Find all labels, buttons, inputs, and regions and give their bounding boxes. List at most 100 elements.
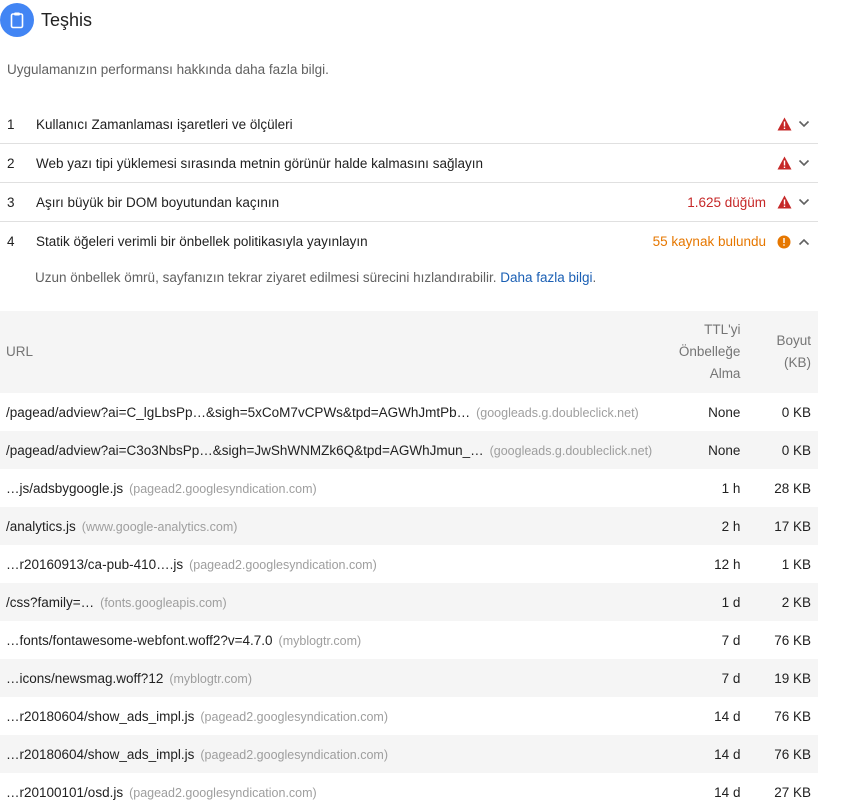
ttl-header-line: Alma bbox=[709, 366, 741, 381]
size-cell: 1 KB bbox=[781, 556, 811, 572]
audit-number: 2 bbox=[7, 155, 15, 171]
chevron-down-icon[interactable] bbox=[792, 159, 816, 167]
table-body: /pagead/adview?ai=C_lgLbsPp…&sigh=5xCoM7… bbox=[0, 393, 818, 804]
column-header-size: Boyut (KB) bbox=[746, 311, 818, 393]
size-cell: 17 KB bbox=[746, 507, 818, 545]
audit-number: 4 bbox=[7, 234, 15, 249]
audit-display-value: 55 kaynak bulundu bbox=[652, 234, 766, 249]
resource-url[interactable]: /analytics.js bbox=[6, 519, 76, 534]
table-row: /analytics.js (www.google-analytics.com) 2… bbox=[0, 507, 818, 545]
table-row: /css?family=… (fonts.googleapis.com) 1 d2 … bbox=[0, 583, 818, 621]
audit-item-cache-policy[interactable]: 4 Statik öğeleri verimli bir önbellek po… bbox=[0, 222, 818, 261]
resource-host: (pagead2.googlesyndication.com) bbox=[129, 785, 317, 800]
ttl-cell: None bbox=[652, 431, 747, 469]
section-title: Teşhis bbox=[41, 9, 93, 30]
description-period: . bbox=[592, 270, 597, 285]
url-cell: /pagead/adview?ai=C_lgLbsPp…&sigh=5xCoM7… bbox=[0, 393, 652, 431]
resource-host: (www.google-analytics.com) bbox=[81, 519, 238, 534]
size-cell: 0 KB bbox=[746, 431, 818, 469]
audit-number: 3 bbox=[7, 194, 15, 210]
section-header: Teşhis bbox=[0, 3, 92, 37]
warning-icon bbox=[776, 155, 792, 171]
size-cell: 19 KB bbox=[746, 659, 818, 697]
audit-list: 1 Kullanıcı Zamanlaması işaretleri ve öl… bbox=[0, 105, 818, 261]
resource-url[interactable]: …js/adsbygoogle.js bbox=[6, 481, 123, 496]
size-cell: 28 KB bbox=[774, 480, 811, 496]
table-row: …fonts/fontawesome-webfont.woff2?v=4.7.0… bbox=[0, 621, 818, 659]
section-subtitle: Uygulamanızın performansı hakkında daha … bbox=[7, 62, 329, 77]
audit-item-dom-size[interactable]: 3 Aşırı büyük bir DOM boyutundan kaçının… bbox=[0, 183, 818, 222]
resource-url[interactable]: …r20180604/show_ads_impl.js bbox=[6, 709, 194, 724]
ttl-cell: 14 d bbox=[714, 708, 741, 724]
column-header-ttl: TTL'yi Önbelleğe Alma bbox=[652, 311, 747, 393]
audit-display-value: 1.625 düğüm bbox=[687, 194, 766, 210]
url-cell: …r20180604/show_ads_impl.js (pagead2.goog… bbox=[0, 735, 653, 773]
url-cell: /pagead/adview?ai=C3o3NbsPp…&sigh=JwShWN… bbox=[0, 431, 653, 469]
table-row: …icons/newsmag.woff?12 (myblogtr.com) 7 d1… bbox=[0, 659, 818, 697]
audit-number: 1 bbox=[7, 116, 15, 132]
resource-url[interactable]: /pagead/adview?ai=C3o3NbsPp…&sigh=JwShWN… bbox=[6, 443, 484, 458]
resource-url[interactable]: …r20180604/show_ads_impl.js bbox=[6, 747, 194, 762]
table-row: …r20160913/ca-pub-410….js (pagead2.google… bbox=[0, 545, 818, 583]
size-cell: 2 KB bbox=[746, 583, 818, 621]
audit-description: Uzun önbellek ömrü, sayfanızın tekrar zi… bbox=[35, 270, 596, 285]
resource-host: (myblogtr.com) bbox=[278, 633, 362, 648]
chevron-down-icon[interactable] bbox=[792, 198, 816, 206]
resource-host: (myblogtr.com) bbox=[169, 671, 252, 686]
resource-url[interactable]: …r20100101/osd.js bbox=[6, 785, 123, 800]
audit-item-user-timings[interactable]: 1 Kullanıcı Zamanlaması işaretleri ve öl… bbox=[0, 105, 818, 144]
url-cell: …fonts/fontawesome-webfont.woff2?v=4.7.0… bbox=[0, 621, 652, 659]
learn-more-link[interactable]: Daha fazla bilgi bbox=[500, 270, 592, 285]
url-cell: /css?family=… (fonts.googleapis.com) bbox=[0, 583, 653, 621]
audit-title: Web yazı tipi yüklemesi sırasında metnin… bbox=[36, 155, 483, 171]
ttl-cell: 1 d bbox=[652, 583, 747, 621]
resource-host: (pagead2.googlesyndication.com) bbox=[189, 557, 377, 572]
resource-host: (pagead2.googlesyndication.com) bbox=[200, 747, 388, 762]
resource-url[interactable]: /css?family=… bbox=[6, 595, 94, 610]
resource-url[interactable]: …r20160913/ca-pub-410….js bbox=[6, 557, 183, 572]
info-icon bbox=[776, 234, 792, 250]
chevron-down-icon[interactable] bbox=[792, 120, 816, 128]
table-header-row: URL TTL'yi Önbelleğe Alma Boyut (KB) bbox=[0, 311, 818, 393]
ttl-header-line: TTL'yi bbox=[704, 322, 741, 337]
ttl-header-line: Önbelleğe bbox=[678, 344, 741, 359]
size-header-line: Boyut bbox=[776, 333, 811, 348]
resource-host: (pagead2.googlesyndication.com) bbox=[200, 709, 388, 724]
url-cell: …js/adsbygoogle.js (pagead2.googlesyndica… bbox=[0, 469, 652, 507]
size-cell: 76 KB bbox=[746, 735, 818, 773]
ttl-cell: 14 d bbox=[714, 784, 741, 800]
size-cell: 27 KB bbox=[774, 784, 811, 800]
resource-url[interactable]: /pagead/adview?ai=C_lgLbsPp…&sigh=5xCoM7… bbox=[6, 405, 470, 420]
audit-title: Kullanıcı Zamanlaması işaretleri ve ölçü… bbox=[36, 116, 293, 132]
resource-host: (googleads.g.doubleclick.net) bbox=[476, 405, 639, 420]
resource-url[interactable]: …fonts/fontawesome-webfont.woff2?v=4.7.0 bbox=[6, 633, 273, 648]
url-cell: …r20160913/ca-pub-410….js (pagead2.google… bbox=[0, 545, 652, 583]
warning-icon bbox=[776, 116, 792, 132]
resource-host: (googleads.g.doubleclick.net) bbox=[489, 443, 653, 458]
chevron-up-icon[interactable] bbox=[792, 238, 816, 246]
cache-details-table: URL TTL'yi Önbelleğe Alma Boyut (KB) /pa… bbox=[0, 311, 818, 804]
audit-title: Statik öğeleri verimli bir önbellek poli… bbox=[36, 234, 368, 249]
table-row: …js/adsbygoogle.js (pagead2.googlesyndica… bbox=[0, 469, 818, 507]
audit-item-font-display[interactable]: 2 Web yazı tipi yüklemesi sırasında metn… bbox=[0, 144, 818, 183]
ttl-cell: 7 d bbox=[652, 659, 747, 697]
url-cell: …icons/newsmag.woff?12 (myblogtr.com) bbox=[0, 659, 653, 697]
url-cell: /analytics.js (www.google-analytics.com) bbox=[0, 507, 653, 545]
ttl-cell: 2 h bbox=[652, 507, 747, 545]
table-row: …r20100101/osd.js (pagead2.googlesyndicat… bbox=[0, 773, 818, 804]
table-row: …r20180604/show_ads_impl.js (pagead2.goog… bbox=[0, 735, 818, 773]
column-header-url: URL bbox=[0, 311, 653, 393]
table-row: /pagead/adview?ai=C_lgLbsPp…&sigh=5xCoM7… bbox=[0, 393, 818, 431]
warning-icon bbox=[776, 194, 792, 210]
clipboard-icon bbox=[0, 3, 34, 37]
size-cell: 76 KB bbox=[774, 632, 811, 648]
table-row: /pagead/adview?ai=C3o3NbsPp…&sigh=JwShWN… bbox=[0, 431, 818, 469]
resource-host: (fonts.googleapis.com) bbox=[100, 595, 227, 610]
ttl-cell: None bbox=[708, 404, 741, 420]
resource-url[interactable]: …icons/newsmag.woff?12 bbox=[6, 671, 163, 686]
ttl-cell: 12 h bbox=[714, 556, 741, 572]
url-cell: …r20100101/osd.js (pagead2.googlesyndicat… bbox=[0, 773, 652, 804]
ttl-cell: 1 h bbox=[721, 480, 741, 496]
ttl-cell: 7 d bbox=[721, 632, 741, 648]
table-row: …r20180604/show_ads_impl.js (pagead2.goog… bbox=[0, 697, 818, 735]
